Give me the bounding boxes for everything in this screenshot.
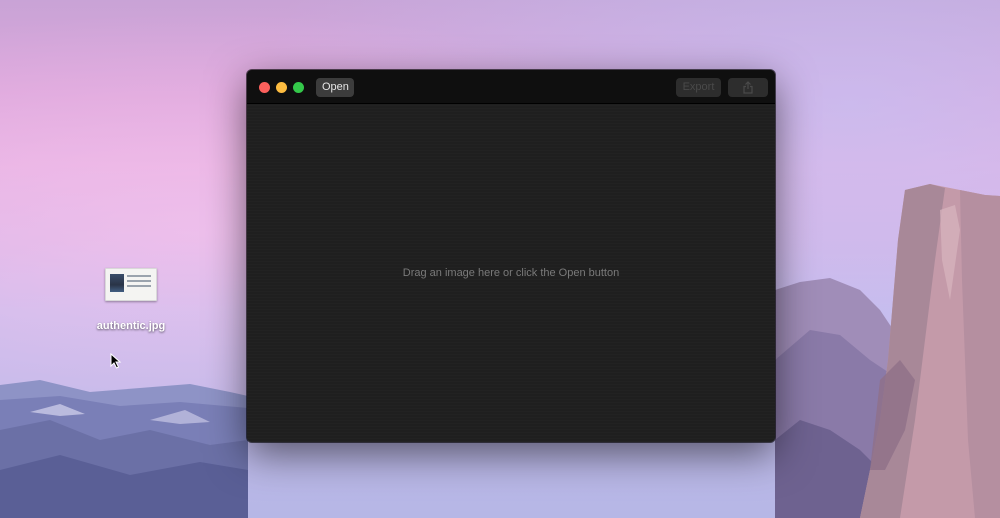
drop-hint-text: Drag an image here or click the Open but… bbox=[402, 267, 620, 279]
minimize-window-button[interactable] bbox=[276, 82, 287, 93]
image-file-icon bbox=[105, 268, 157, 301]
app-window: Open Export Drag an image here or click … bbox=[247, 70, 775, 442]
desktop-file-authentic-jpg[interactable]: authentic.jpg bbox=[88, 268, 174, 332]
share-button[interactable] bbox=[728, 78, 768, 97]
maximize-window-button[interactable] bbox=[293, 82, 304, 93]
id-text-lines bbox=[127, 275, 151, 290]
close-window-button[interactable] bbox=[259, 82, 270, 93]
file-name-label: authentic.jpg bbox=[96, 320, 166, 332]
drop-zone[interactable]: Drag an image here or click the Open but… bbox=[247, 104, 775, 442]
export-button[interactable]: Export bbox=[676, 78, 721, 97]
open-button[interactable]: Open bbox=[316, 78, 354, 97]
id-photo bbox=[110, 274, 124, 292]
mouse-cursor-icon bbox=[110, 353, 122, 369]
share-icon bbox=[743, 81, 753, 94]
titlebar: Open Export bbox=[247, 70, 775, 104]
